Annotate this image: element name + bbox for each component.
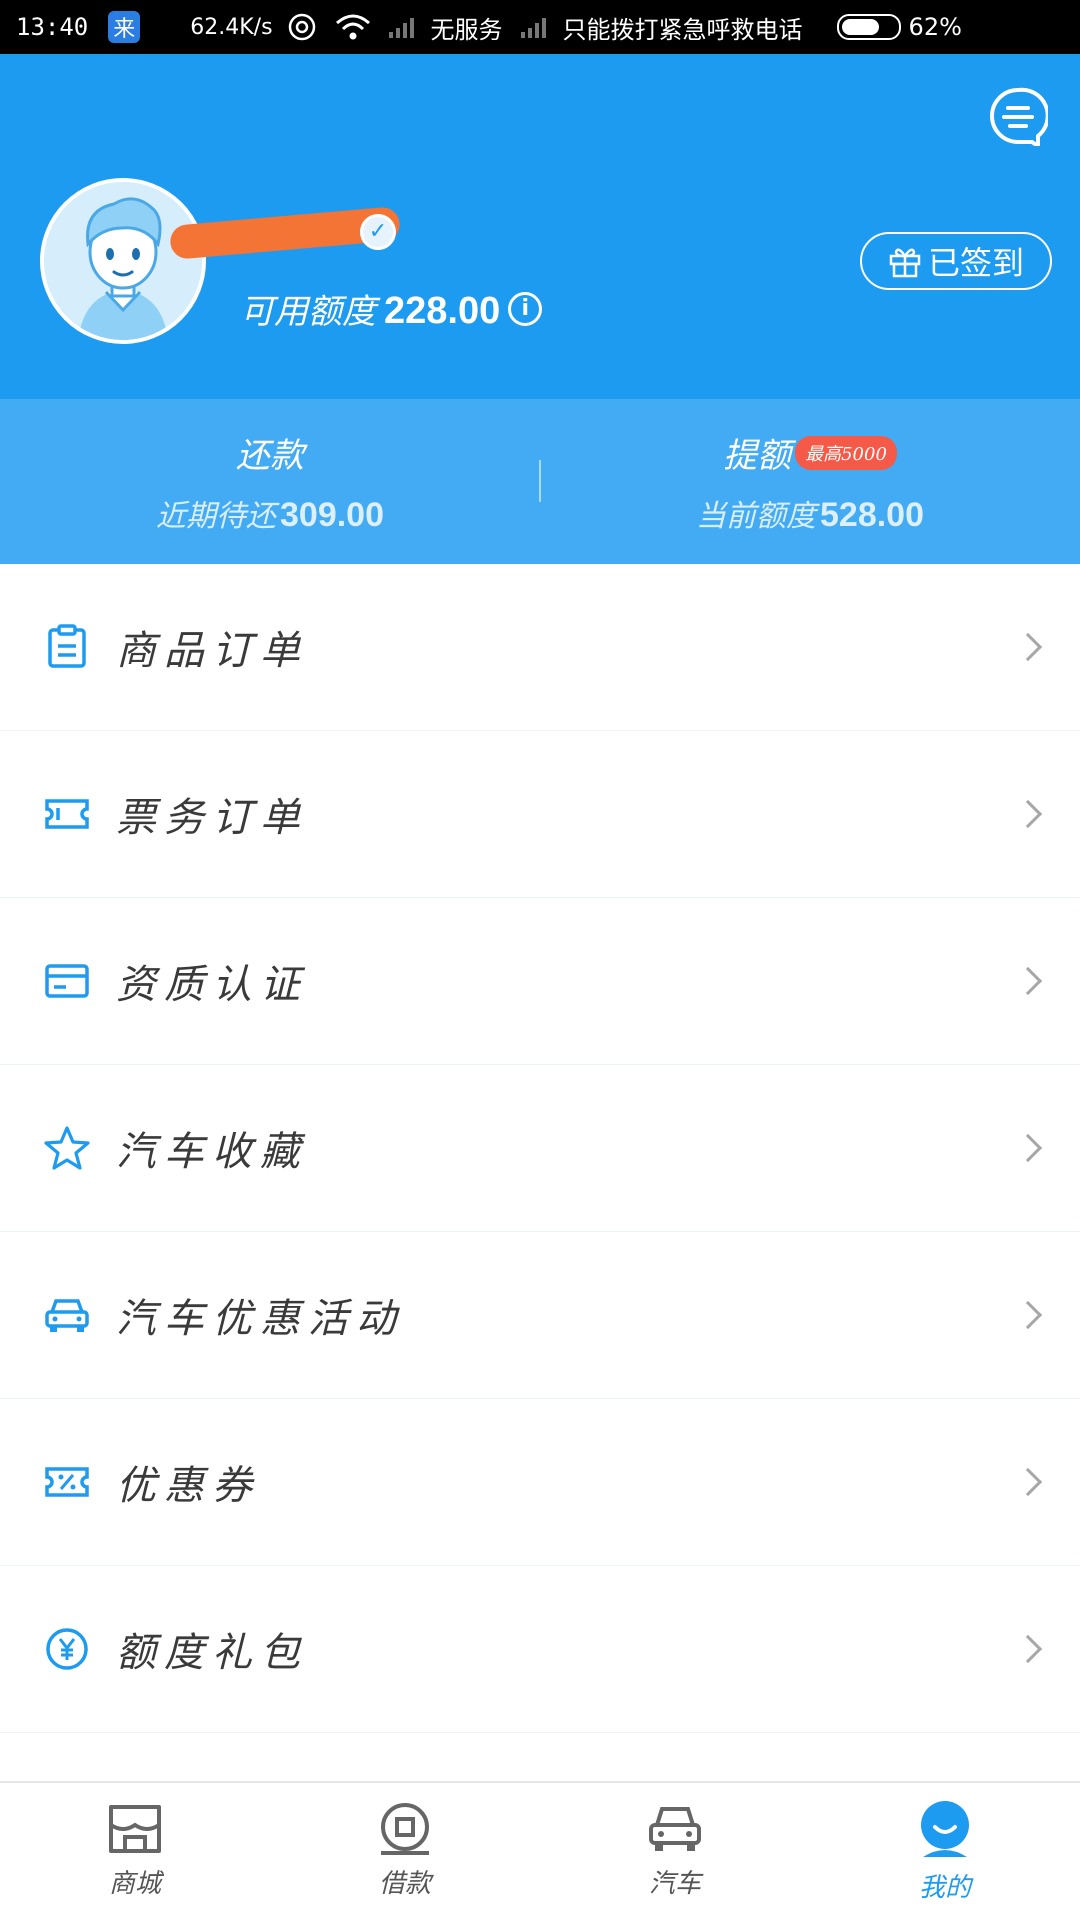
battery-icon (836, 14, 901, 40)
withdraw-title-text: 提额 (723, 436, 792, 476)
menu-item-car-favorites[interactable]: 汽车收藏 (0, 1065, 1080, 1232)
menu-item-ticket-orders[interactable]: 票务订单 (0, 731, 1080, 898)
max-limit-badge: 最高5000 (795, 435, 897, 470)
status-bar: 13:40 来 62.4K/s 无服务 只能拨打紧急呼救电话 62% (0, 0, 1080, 54)
chevron-right-icon (1013, 799, 1043, 829)
clipboard-icon (48, 624, 86, 668)
signal-icon-sim1 (388, 16, 419, 38)
credit-value: 228.00 (384, 290, 501, 332)
card-icon (45, 964, 89, 998)
profile-header: ✓ 可用额度 228.00 i 已签到 (0, 54, 1080, 399)
chevron-right-icon (1013, 1634, 1043, 1664)
sim2-status: 只能拨打紧急呼救电话 (562, 15, 803, 44)
chevron-right-icon (1013, 966, 1043, 996)
signin-label: 已签到 (927, 244, 1024, 282)
sim1-status: 无服务 (430, 15, 503, 44)
credit-label: 可用额度 (240, 292, 376, 332)
signin-button[interactable]: 已签到 (860, 232, 1052, 290)
withdraw-detail: 当前额度 528.00 (696, 491, 924, 535)
menu-item-coupons[interactable]: 优惠券 (0, 1399, 1080, 1566)
withdraw-detail-value: 528.00 (820, 496, 924, 534)
loan-icon (381, 1803, 429, 1855)
chevron-right-icon (1013, 632, 1043, 662)
battery-percent: 62% (908, 13, 962, 41)
profile-icon (921, 1801, 969, 1857)
menu-label: 资质认证 (116, 962, 308, 1008)
tab-profile[interactable]: 我的 (810, 1783, 1080, 1920)
ticket-icon (45, 799, 89, 829)
menu-item-credit-gift[interactable]: 额度礼包 (0, 1566, 1080, 1733)
repay-title: 还款 (236, 428, 304, 477)
verified-check-icon: ✓ (360, 214, 396, 250)
tab-shop[interactable]: 商城 (0, 1783, 270, 1920)
menu-label: 优惠券 (116, 1463, 260, 1509)
username-area: ✓ (168, 204, 402, 264)
yen-icon (46, 1628, 88, 1670)
menu-label: 汽车收藏 (116, 1129, 308, 1175)
gift-icon (889, 248, 921, 278)
withdraw-section[interactable]: 提额 最高5000 当前额度 528.00 (540, 399, 1080, 564)
shop-icon (109, 1805, 161, 1853)
info-icon[interactable]: i (508, 291, 543, 326)
chevron-right-icon (1013, 1133, 1043, 1163)
tab-loan[interactable]: 借款 (270, 1783, 540, 1920)
car-icon (45, 1299, 89, 1332)
band-divider (539, 460, 541, 502)
status-time: 13:40 (16, 13, 89, 41)
menu-item-car-promotions[interactable]: 汽车优惠活动 (0, 1232, 1080, 1399)
withdraw-title: 提额 最高5000 (723, 428, 897, 477)
repay-title-text: 还款 (236, 436, 304, 476)
menu-label: 额度礼包 (116, 1630, 308, 1676)
repay-detail: 近期待还 309.00 (156, 491, 384, 535)
tab-label: 借款 (378, 1869, 431, 1899)
tab-car[interactable]: 汽车 (540, 1783, 810, 1920)
star-icon (44, 1126, 90, 1170)
car-icon (649, 1807, 701, 1851)
coupon-icon (45, 1467, 89, 1497)
chevron-right-icon (1013, 1300, 1043, 1330)
tab-label: 汽车 (648, 1869, 701, 1899)
menu-list: 商品订单 票务订单 资质认证 汽车收藏 汽车优惠活动 优惠券 额度礼包 (0, 564, 1080, 1733)
wifi-icon (335, 14, 370, 40)
repay-detail-value: 309.00 (280, 496, 384, 534)
menu-label: 汽车优惠活动 (116, 1296, 404, 1342)
menu-label: 商品订单 (116, 628, 308, 674)
withdraw-detail-label: 当前额度 (696, 499, 816, 534)
hotspot-icon (288, 13, 315, 41)
message-bubble-icon[interactable] (988, 86, 1048, 146)
chevron-right-icon (1013, 1467, 1043, 1497)
signal-icon-sim2 (520, 16, 551, 38)
tab-label: 商城 (108, 1869, 161, 1899)
network-speed: 62.4K/s (190, 14, 273, 40)
repay-detail-label: 近期待还 (156, 499, 276, 534)
bottom-tab-bar: 商城 借款 汽车 我的 (0, 1781, 1080, 1920)
menu-item-goods-orders[interactable]: 商品订单 (0, 564, 1080, 731)
menu-item-qualification[interactable]: 资质认证 (0, 898, 1080, 1065)
notification-app-icon: 来 (108, 11, 141, 43)
tab-label: 我的 (918, 1873, 971, 1903)
repay-section[interactable]: 还款 近期待还 309.00 (0, 399, 540, 564)
available-credit: 可用额度 228.00 i (240, 284, 543, 333)
menu-label: 票务订单 (116, 795, 308, 841)
